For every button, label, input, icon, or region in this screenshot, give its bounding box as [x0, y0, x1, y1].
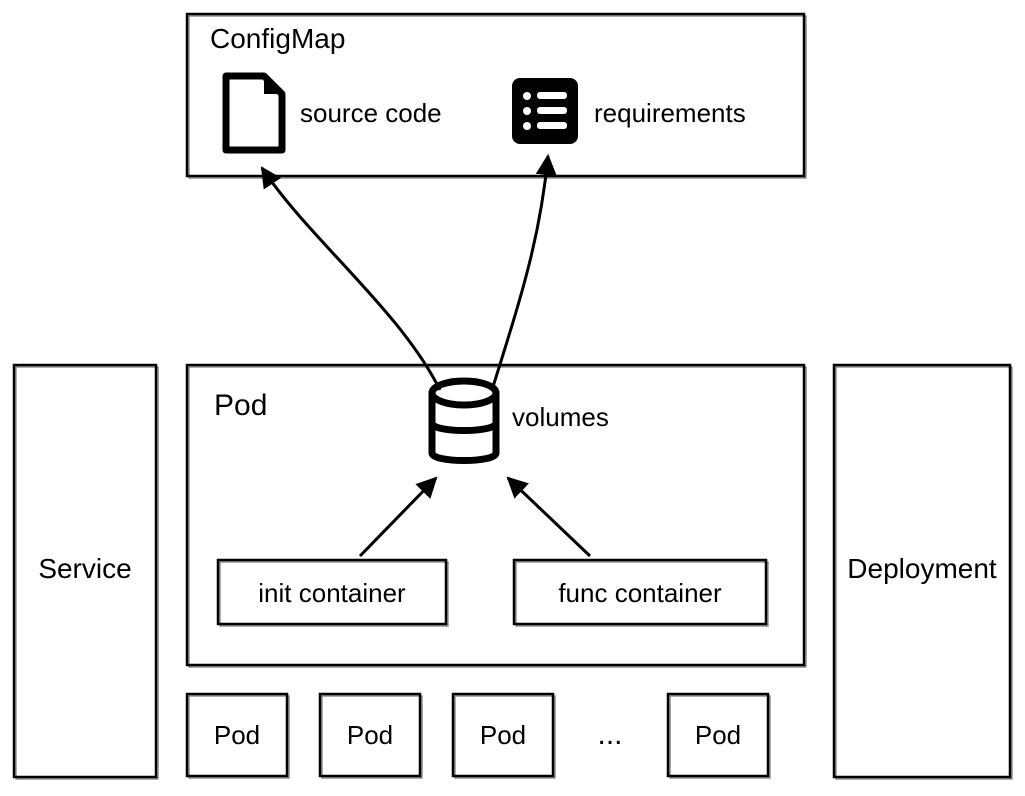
arrow-volumes-to-requirements [492, 156, 548, 390]
pod-small-4-label: Pod [695, 720, 741, 750]
arrow-func-to-volumes [508, 478, 590, 556]
func-container-box: func container [514, 560, 768, 626]
pod-title: Pod [214, 389, 267, 422]
arrow-init-to-volumes [360, 478, 436, 556]
configmap-box: ConfigMap source code requirements [187, 14, 806, 178]
volumes-label: volumes [512, 402, 609, 432]
source-code-label: source code [300, 98, 442, 128]
func-container-label: func container [558, 578, 722, 608]
pod-box: Pod volumes init container func containe… [187, 365, 806, 667]
volumes-icon [432, 381, 496, 461]
init-container-label: init container [258, 578, 406, 608]
pods-row: Pod Pod Pod ... Pod [187, 694, 770, 778]
pod-small-4: Pod [668, 694, 770, 778]
requirements-label: requirements [594, 98, 746, 128]
pod-small-2-label: Pod [347, 720, 393, 750]
service-title: Service [38, 553, 131, 584]
service-box: Service [14, 365, 158, 779]
pod-small-1-label: Pod [214, 720, 260, 750]
configmap-title: ConfigMap [210, 23, 345, 54]
pod-small-1: Pod [187, 694, 289, 778]
pods-ellipsis: ... [597, 718, 622, 751]
pod-small-3-label: Pod [480, 720, 526, 750]
requirements-icon [512, 78, 578, 144]
pod-small-3: Pod [453, 694, 555, 778]
deployment-title: Deployment [847, 553, 997, 584]
arrow-volumes-to-source [262, 168, 440, 390]
deployment-box: Deployment [834, 365, 1012, 779]
architecture-diagram: ConfigMap source code requirements Servi… [0, 0, 1025, 796]
pod-small-2: Pod [320, 694, 422, 778]
source-code-icon [226, 76, 282, 150]
init-container-box: init container [218, 560, 448, 626]
